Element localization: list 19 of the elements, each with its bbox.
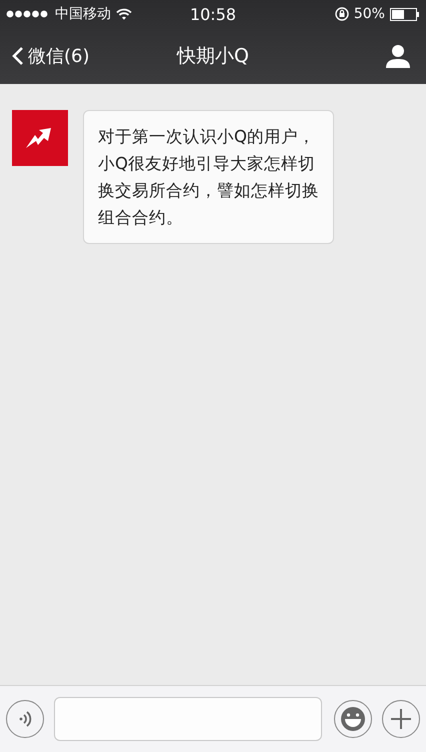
battery-icon (390, 8, 420, 20)
battery-percent: 50% (354, 6, 385, 22)
smiley-icon (340, 706, 366, 732)
message-input[interactable] (54, 697, 322, 741)
clock-time: 10:58 (190, 4, 236, 24)
avatar-icon (12, 110, 68, 166)
back-button[interactable]: 微信(6) (12, 44, 90, 68)
add-button[interactable] (382, 700, 420, 738)
rotation-lock-icon (334, 7, 349, 21)
chevron-left-icon (12, 46, 24, 66)
carrier-name: 中国移动 (55, 5, 111, 23)
voice-button[interactable] (6, 700, 44, 738)
emoji-button[interactable] (334, 700, 372, 738)
signal-icon (6, 10, 50, 18)
person-icon (386, 44, 410, 68)
wifi-icon (116, 8, 132, 20)
chat-title: 快期小Q (177, 44, 249, 69)
plus-icon (390, 708, 412, 730)
message-bubble: 对于第一次认识小Q的用户，小Q很友好地引导大家怎样切换交易所合约，譬如怎样切换组合合约。 (83, 110, 334, 244)
